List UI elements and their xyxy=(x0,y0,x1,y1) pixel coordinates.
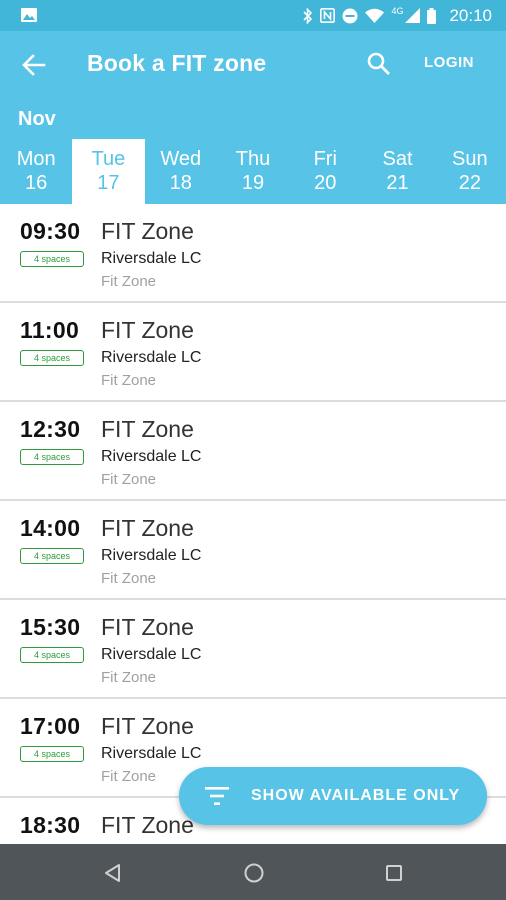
session-name: FIT Zone xyxy=(101,416,194,442)
session-name: FIT Zone xyxy=(101,614,194,640)
session-time: 12:30 xyxy=(20,416,81,442)
show-available-only-button[interactable]: SHOW AVAILABLE ONLY xyxy=(179,767,487,825)
day-name: Sun xyxy=(452,148,488,170)
day-number: 19 xyxy=(241,172,265,194)
session-venue: Riversdale LC xyxy=(101,547,202,564)
session-name: FIT Zone xyxy=(101,812,194,838)
day-tab-fri[interactable]: Fri 20 xyxy=(289,139,361,204)
day-number: 20 xyxy=(314,172,337,194)
session-name: FIT Zone xyxy=(101,515,194,541)
day-tab-tue[interactable]: Tue 17 xyxy=(72,139,145,204)
clock: 20:10 xyxy=(449,5,492,25)
session-venue: Riversdale LC xyxy=(101,745,202,762)
session-row[interactable]: 14:00 4 spaces FIT Zone Riversdale LC Fi… xyxy=(0,501,506,600)
filter-icon xyxy=(205,787,229,805)
day-name: Tue xyxy=(91,148,126,170)
nav-back-icon[interactable] xyxy=(103,863,123,883)
session-row[interactable]: 12:30 4 spaces FIT Zone Riversdale LC Fi… xyxy=(0,402,506,501)
status-icons: 4G 20:10 xyxy=(303,0,492,31)
spaces-badge: 4 spaces xyxy=(20,251,84,267)
nfc-icon xyxy=(320,8,336,23)
system-nav-bar xyxy=(0,844,506,900)
day-tab-mon[interactable]: Mon 16 xyxy=(0,139,72,204)
session-area: Fit Zone xyxy=(101,273,157,290)
session-area: Fit Zone xyxy=(101,669,157,686)
bluetooth-icon xyxy=(303,7,313,24)
day-number: 21 xyxy=(386,172,409,194)
day-name: Wed xyxy=(160,148,202,170)
login-button[interactable]: LOGIN xyxy=(424,54,474,71)
nav-home-icon[interactable] xyxy=(243,862,265,884)
spaces-badge: 4 spaces xyxy=(20,647,84,663)
network-type-label: 4G xyxy=(391,5,404,16)
session-row[interactable]: 15:30 4 spaces FIT Zone Riversdale LC Fi… xyxy=(0,600,506,699)
session-area: Fit Zone xyxy=(101,471,157,488)
session-time: 11:00 xyxy=(20,317,80,343)
search-icon[interactable] xyxy=(366,51,392,77)
session-time: 15:30 xyxy=(20,614,81,640)
day-tab-thu[interactable]: Thu 19 xyxy=(217,139,289,204)
session-area: Fit Zone xyxy=(101,570,157,587)
day-name: Mon xyxy=(16,148,56,170)
session-name: FIT Zone xyxy=(101,713,194,739)
gallery-icon xyxy=(21,8,37,22)
month-label: Nov xyxy=(18,108,56,130)
day-number: 18 xyxy=(169,172,192,194)
session-name: FIT Zone xyxy=(101,218,194,244)
day-name: Fri xyxy=(313,148,337,170)
app-bar: Book a FIT zone LOGIN xyxy=(0,31,506,98)
day-tab-sun[interactable]: Sun 22 xyxy=(434,139,506,204)
spaces-badge: 4 spaces xyxy=(20,548,84,564)
session-time: 14:00 xyxy=(20,515,81,541)
page-title: Book a FIT zone xyxy=(87,50,267,76)
day-tabs: Mon 16 Tue 17 Wed 18 Thu 19 Fri 20 Sat 2… xyxy=(0,139,506,204)
session-venue: Riversdale LC xyxy=(101,349,202,366)
session-venue: Riversdale LC xyxy=(101,448,202,465)
nav-recents-icon[interactable] xyxy=(384,863,404,883)
spaces-badge: 4 spaces xyxy=(20,449,84,465)
session-time: 17:00 xyxy=(20,713,81,739)
day-number: 16 xyxy=(25,172,48,194)
battery-icon xyxy=(427,7,437,24)
dnd-icon xyxy=(342,8,358,23)
spaces-badge: 4 spaces xyxy=(20,350,84,366)
wifi-icon xyxy=(365,8,385,23)
day-tab-wed[interactable]: Wed 18 xyxy=(145,139,217,204)
day-number: 17 xyxy=(97,172,120,194)
spaces-badge: 4 spaces xyxy=(20,746,84,762)
day-name: Sat xyxy=(382,148,413,170)
session-venue: Riversdale LC xyxy=(101,250,202,267)
session-name: FIT Zone xyxy=(101,317,194,343)
session-row[interactable]: 11:00 4 spaces FIT Zone Riversdale LC Fi… xyxy=(0,303,506,402)
session-area: Fit Zone xyxy=(101,372,157,389)
day-number: 22 xyxy=(458,172,481,194)
day-tab-sat[interactable]: Sat 21 xyxy=(361,139,433,204)
session-time: 09:30 xyxy=(20,218,81,244)
session-area: Fit Zone xyxy=(101,768,157,785)
date-strip: Nov Mon 16 Tue 17 Wed 18 Thu 19 Fri 20 S… xyxy=(0,98,506,204)
status-bar: 4G 20:10 xyxy=(0,0,506,31)
signal-icon xyxy=(405,8,421,23)
show-available-only-label: SHOW AVAILABLE ONLY xyxy=(251,787,461,804)
day-name: Thu xyxy=(235,148,271,170)
back-arrow-icon[interactable] xyxy=(20,51,48,79)
session-time: 18:30 xyxy=(20,812,81,838)
session-list: 09:30 4 spaces FIT Zone Riversdale LC Fi… xyxy=(0,204,506,844)
session-row[interactable]: 09:30 4 spaces FIT Zone Riversdale LC Fi… xyxy=(0,204,506,303)
session-venue: Riversdale LC xyxy=(101,646,202,663)
